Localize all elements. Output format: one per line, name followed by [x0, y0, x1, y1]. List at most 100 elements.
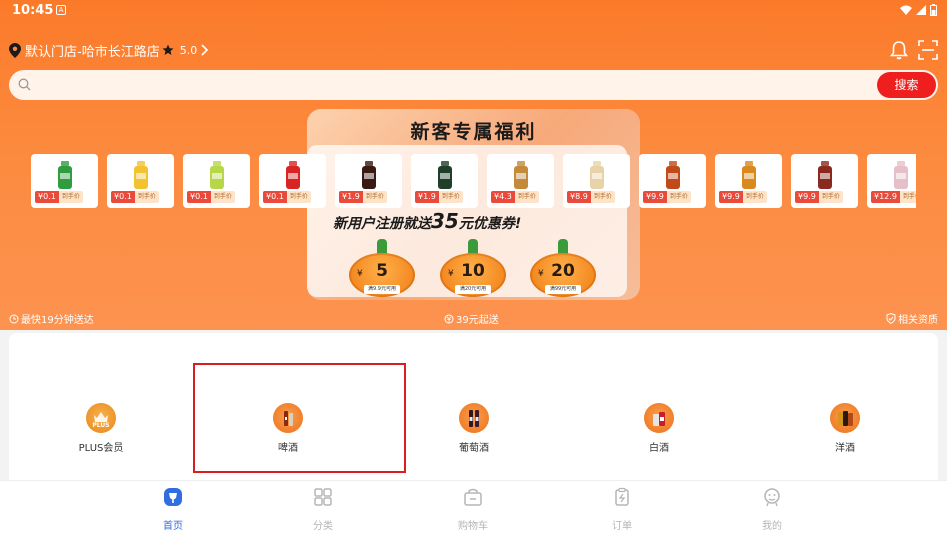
bottle-icon [666, 161, 680, 189]
price-tag: ¥1.9 到手价 [339, 191, 387, 203]
product-card[interactable]: ¥0.1 到手价 [31, 154, 98, 208]
price-tag: ¥9.9 到手价 [719, 191, 767, 203]
category-wine[interactable]: 葡萄酒 [414, 403, 534, 454]
product-card[interactable]: ¥1.9 到手价 [335, 154, 402, 208]
product-card[interactable]: ¥1.9 到手价 [411, 154, 478, 208]
promo-subtitle: 新用户注册就送35元优惠券! [333, 209, 521, 233]
product-price: ¥9.9 [795, 191, 819, 203]
search-bar: 搜索 [9, 70, 938, 100]
category-baijiu[interactable]: 白酒 [599, 403, 719, 454]
search-button[interactable]: 搜索 [877, 72, 936, 98]
bottle-icon [438, 161, 452, 189]
price-label: 到手价 [818, 191, 843, 203]
scan-icon[interactable] [918, 40, 938, 60]
coupon-pumpkin[interactable]: ¥ 5 满9.9元可用 [349, 239, 415, 300]
category-label: 白酒 [649, 443, 669, 454]
bell-icon[interactable] [890, 40, 908, 60]
nav-orders[interactable]: 订单 [592, 487, 652, 532]
wine-icon [459, 403, 489, 433]
store-info-row: 最快19分钟送达 39元起送 相关资质 [0, 311, 947, 326]
delivery-text: 最快19分钟送达 [21, 315, 94, 326]
bottle-icon [134, 161, 148, 189]
bottle-icon [514, 161, 528, 189]
product-card[interactable]: ¥9.9 到手价 [639, 154, 706, 208]
price-tag: ¥12.9到手价 [871, 191, 916, 203]
product-price: ¥4.3 [491, 191, 515, 203]
price-tag: ¥0.1 到手价 [35, 191, 83, 203]
qualification-link[interactable]: 相关资质 [886, 311, 938, 326]
price-label: 到手价 [438, 191, 463, 203]
product-price: ¥1.9 [339, 191, 363, 203]
search-icon [18, 78, 31, 91]
price-tag: ¥8.9 到手价 [567, 191, 615, 203]
bottle-icon [286, 161, 300, 189]
nav-label: 首页 [163, 521, 183, 532]
price-tag: ¥1.9 到手价 [415, 191, 463, 203]
product-price: ¥0.1 [35, 191, 59, 203]
clock-icon [9, 314, 19, 323]
bottom-nav: 首页 分类 购物车 订单 我的 [0, 480, 947, 533]
nav-category[interactable]: 分类 [293, 487, 353, 532]
product-card[interactable]: ¥0.1 到手价 [107, 154, 174, 208]
category-label: 葡萄酒 [459, 443, 489, 454]
star-icon [162, 44, 174, 55]
price-label: 到手价 [742, 191, 767, 203]
wifi-icon [900, 5, 912, 15]
promo-subtitle-suffix: 元优惠券! [458, 216, 522, 232]
product-strip[interactable]: ¥0.1 到手价 ¥0.1 到手价 ¥0.1 到手价 ¥0.1 到手价 ¥1.9 到手价 ¥1.9 到… [31, 154, 916, 208]
delivery-time: 最快19分钟送达 [9, 311, 94, 326]
highlight-box [193, 363, 406, 473]
baijiu-icon [644, 403, 674, 433]
category-plus[interactable]: PLUS PLUS会员 [41, 403, 161, 454]
chevron-right-icon [201, 44, 209, 56]
price-label: 到手价 [666, 191, 691, 203]
product-price: ¥0.1 [111, 191, 135, 203]
product-card[interactable]: ¥12.9到手价 [867, 154, 916, 208]
product-price: ¥1.9 [415, 191, 439, 203]
product-card[interactable]: ¥0.1 到手价 [259, 154, 326, 208]
notification-icon: A [56, 5, 66, 15]
grid-icon [314, 488, 332, 506]
coupon-amount: 20 [551, 261, 575, 281]
shield-icon [886, 313, 896, 324]
home-icon [164, 488, 182, 506]
price-label: 到手价 [514, 191, 539, 203]
coupon-pumpkin[interactable]: ¥ 10 满20元可用 [440, 239, 506, 300]
price-label: 到手价 [210, 191, 235, 203]
promo-title: 新客专属福利 [410, 121, 537, 143]
plus-icon-text: PLUS [92, 422, 109, 429]
search-input[interactable] [37, 75, 857, 95]
product-card[interactable]: ¥9.9 到手价 [715, 154, 782, 208]
status-time: 10:45 [12, 3, 54, 18]
coupon-amount: 5 [376, 261, 388, 281]
product-price: ¥0.1 [187, 191, 211, 203]
store-selector[interactable]: 默认门店-哈市长江路店 5.0 [9, 41, 209, 60]
category-label: 洋酒 [835, 443, 855, 454]
product-card[interactable]: ¥4.3 到手价 [487, 154, 554, 208]
bottle-icon [818, 161, 832, 189]
order-icon [615, 487, 629, 506]
price-tag: ¥0.1 到手价 [111, 191, 159, 203]
price-label: 到手价 [134, 191, 159, 203]
spirits-icon [830, 403, 860, 433]
category-card: PLUS PLUS会员 啤酒 葡萄酒 白酒 洋酒 [9, 333, 938, 483]
promo-subtitle-amount: 35 [431, 209, 459, 233]
plus-member-icon: PLUS [86, 403, 116, 433]
category-spirits[interactable]: 洋酒 [785, 403, 905, 454]
price-label: 到手价 [362, 191, 387, 203]
product-card[interactable]: ¥9.9 到手价 [791, 154, 858, 208]
product-card[interactable]: ¥8.9 到手价 [563, 154, 630, 208]
bottle-icon [362, 161, 376, 189]
product-card[interactable]: ¥0.1 到手价 [183, 154, 250, 208]
nav-cart[interactable]: 购物车 [443, 487, 503, 532]
nav-mine[interactable]: 我的 [742, 487, 802, 532]
coupon-condition: 满99元可用 [545, 285, 581, 294]
coupon-condition: 满9.9元可用 [364, 285, 400, 294]
coupon-pumpkin[interactable]: ¥ 20 满99元可用 [530, 239, 596, 300]
store-name: 默认门店-哈市长江路店 [25, 44, 160, 60]
qualification-text: 相关资质 [898, 315, 938, 326]
nav-home[interactable]: 首页 [143, 487, 203, 532]
product-price: ¥12.9 [871, 191, 900, 203]
coupon-condition: 满20元可用 [455, 285, 491, 294]
price-label: 到手价 [286, 191, 311, 203]
